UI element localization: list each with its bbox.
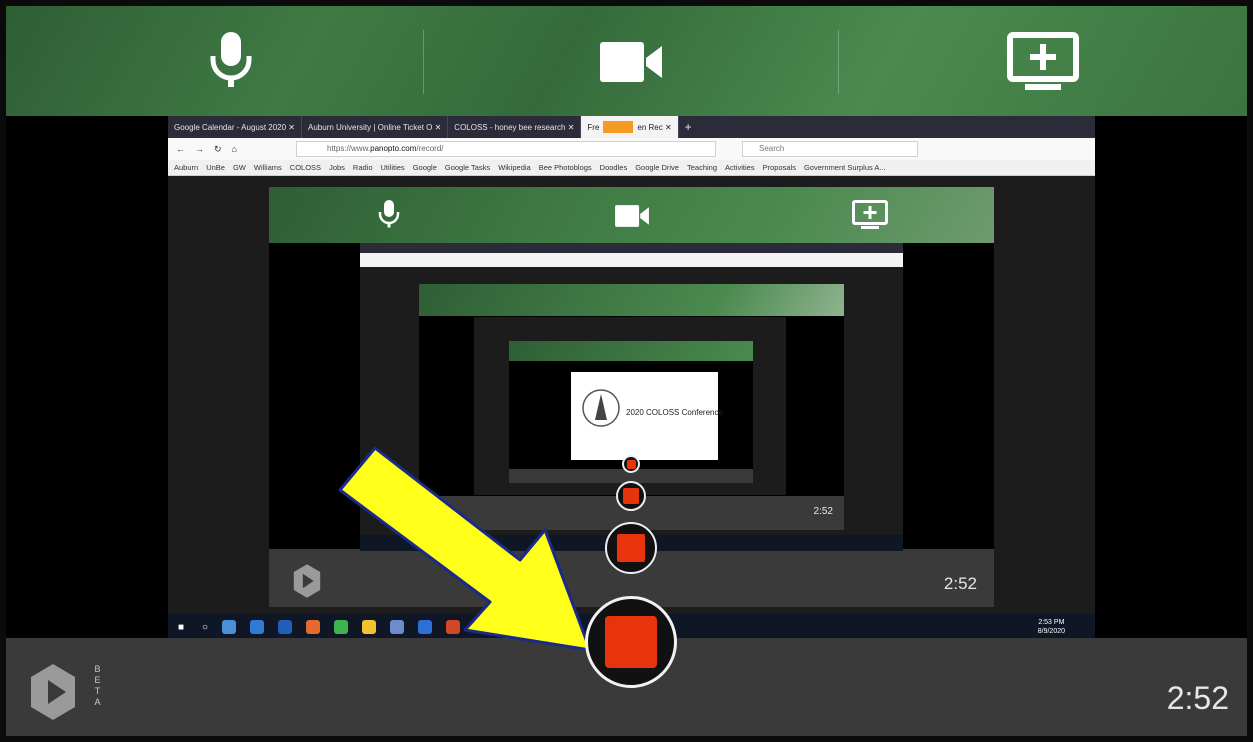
url-domain: panopto.com bbox=[370, 144, 417, 153]
windows-start-icon[interactable]: ■ bbox=[178, 622, 184, 633]
nested-recorder-toolbar bbox=[269, 187, 994, 243]
browser-tab[interactable]: COLOSS - honey bee research ✕ bbox=[448, 116, 582, 138]
recorder-toolbar bbox=[6, 6, 1247, 116]
bookmark-item[interactable]: Wikipedia bbox=[498, 163, 531, 172]
bookmarks-bar: Auburn UnBe GW Williams COLOSS Jobs Radi… bbox=[168, 160, 1095, 176]
clock-time: 2:53 PM bbox=[1038, 619, 1065, 626]
bookmark-item[interactable]: Williams bbox=[254, 163, 282, 172]
browser-tab[interactable]: Google Calendar - August 2020 ✕ bbox=[168, 116, 303, 138]
beta-label: BETA bbox=[94, 664, 102, 707]
browser-tab-active[interactable]: Fre en Rec ✕ bbox=[581, 116, 679, 138]
nested-nav bbox=[360, 253, 903, 267]
microphone-icon bbox=[210, 32, 252, 87]
browser-tab-strip: Google Calendar - August 2020 ✕ Auburn U… bbox=[168, 116, 1095, 138]
nested-timer: 2:52 bbox=[943, 574, 977, 593]
search-bar[interactable]: Search bbox=[742, 141, 918, 157]
url-bar[interactable]: https://www.panopto.com/record/ bbox=[296, 141, 716, 157]
stop-recording-button[interactable] bbox=[585, 596, 677, 688]
forward-icon[interactable]: → bbox=[195, 144, 204, 154]
bookmark-item[interactable]: Google bbox=[413, 163, 437, 172]
outlook-icon[interactable] bbox=[278, 620, 293, 634]
system-clock: 2:53 PM 8/9/2020 bbox=[1038, 618, 1065, 636]
url-prefix: https://www. bbox=[327, 144, 371, 153]
bookmark-item[interactable]: Government Surplus A... bbox=[804, 163, 886, 172]
new-tab-button[interactable]: + bbox=[679, 116, 698, 138]
coloss-logo-icon bbox=[582, 389, 620, 427]
add-screen-icon bbox=[852, 200, 888, 229]
bookmark-item[interactable]: Teaching bbox=[687, 163, 717, 172]
bookmark-item[interactable]: Google Tasks bbox=[445, 163, 490, 172]
panopto-logo-icon bbox=[293, 564, 321, 598]
video-button[interactable] bbox=[591, 24, 671, 100]
toolbar-divider bbox=[423, 30, 424, 94]
nested-toolbar bbox=[419, 284, 844, 316]
bookmark-item[interactable]: Radio bbox=[353, 163, 373, 172]
nested-timer: 2:52 bbox=[813, 506, 833, 517]
video-camera-icon bbox=[615, 205, 649, 227]
screen-capture-button[interactable] bbox=[1003, 24, 1083, 100]
reload-icon[interactable]: ↻ bbox=[214, 144, 222, 155]
back-icon[interactable]: ← bbox=[176, 144, 185, 154]
chrome-icon[interactable] bbox=[250, 620, 265, 634]
nested-tabs bbox=[360, 243, 903, 253]
extension-badge bbox=[603, 121, 634, 133]
bookmark-item[interactable]: Doodles bbox=[600, 163, 628, 172]
bookmark-item[interactable]: GW bbox=[233, 163, 246, 172]
stop-icon bbox=[605, 616, 657, 668]
panopto-logo-icon bbox=[31, 664, 75, 720]
tab-label: Fre bbox=[587, 122, 600, 132]
audio-button[interactable] bbox=[191, 24, 271, 100]
elapsed-timer: 2:52 bbox=[1166, 680, 1229, 716]
home-icon[interactable]: ⌂ bbox=[232, 144, 237, 154]
tab-label: en Rec ✕ bbox=[637, 122, 672, 132]
browser-tab[interactable]: Auburn University | Online Ticket O ✕ bbox=[302, 116, 449, 138]
clock-date: 8/9/2020 bbox=[1037, 628, 1065, 635]
nested-toolbar bbox=[509, 341, 753, 361]
search-placeholder: Search bbox=[759, 144, 785, 153]
bookmark-item[interactable]: Proposals bbox=[763, 163, 796, 172]
browser-nav-bar: ← → ↻ ⌂ https://www.panopto.com/record/ … bbox=[168, 138, 1095, 160]
screen-preview: Google Calendar - August 2020 ✕ Auburn U… bbox=[168, 116, 1095, 640]
bookmark-item[interactable]: Bee Photoblogs bbox=[539, 163, 592, 172]
bookmark-item[interactable]: Activities bbox=[725, 163, 755, 172]
bookmark-item[interactable]: Jobs bbox=[329, 163, 345, 172]
slide-title: 2020 COLOSS Conference bbox=[626, 408, 723, 417]
toolbar-divider bbox=[838, 30, 839, 94]
bookmark-item[interactable]: UnBe bbox=[206, 163, 225, 172]
bookmark-item[interactable]: Utilities bbox=[381, 163, 405, 172]
add-screen-icon bbox=[1007, 32, 1079, 90]
video-camera-icon bbox=[600, 42, 662, 82]
task-view-icon[interactable] bbox=[222, 620, 237, 634]
search-icon[interactable]: ○ bbox=[202, 622, 208, 633]
bookmark-item[interactable]: COLOSS bbox=[290, 163, 321, 172]
firefox-icon[interactable] bbox=[306, 620, 321, 634]
bookmark-item[interactable]: Google Drive bbox=[635, 163, 679, 172]
url-suffix: /record/ bbox=[416, 144, 444, 153]
bookmark-item[interactable]: Auburn bbox=[174, 163, 198, 172]
microphone-icon bbox=[378, 200, 400, 228]
